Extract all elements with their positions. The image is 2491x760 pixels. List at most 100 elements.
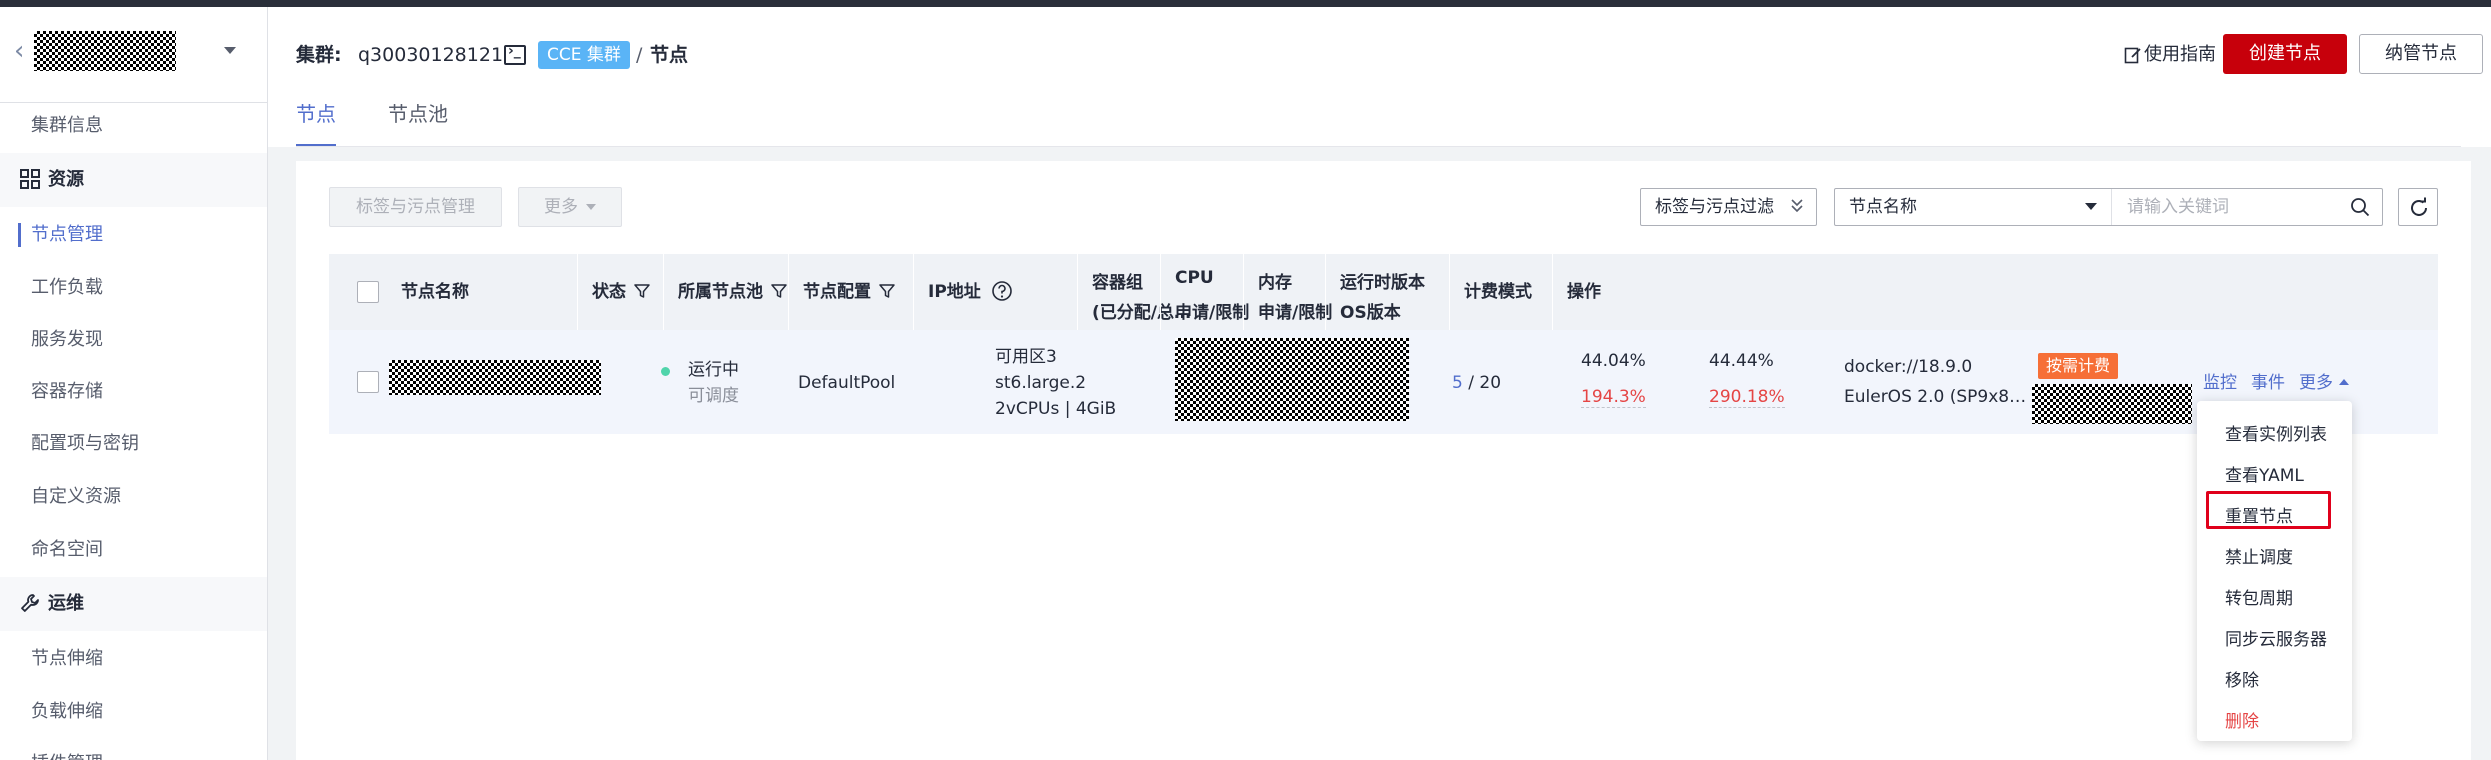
header-sublabel: 申请/限制 (1175, 303, 1250, 323)
sidebar-group-label: 资源 (48, 169, 84, 190)
col-header-status: 状态 (578, 254, 663, 330)
header-label: 内存 (1258, 273, 1292, 293)
terminal-icon[interactable] (504, 43, 526, 65)
sidebar-item-custom-resources[interactable]: 自定义资源 (0, 471, 267, 523)
header-label: CPU (1175, 268, 1214, 288)
sidebar-group-label: 运维 (48, 593, 84, 614)
menu-item-sync-server[interactable]: 同步云服务器 (2197, 620, 2352, 660)
menu-item-view-instances[interactable]: 查看实例列表 (2197, 415, 2352, 455)
chevron-down-icon (586, 204, 596, 210)
more-actions-button[interactable]: 更多 (518, 187, 622, 227)
events-link[interactable]: 事件 (2251, 370, 2285, 396)
memory-request: 44.44% (1709, 351, 1774, 371)
more-ops-label: 更多 (2299, 373, 2333, 393)
col-header-pool: 所属节点池 (664, 254, 788, 330)
config-zone: 可用区3 (995, 347, 1057, 367)
col-header-config: 节点配置 (789, 254, 913, 330)
row-checkbox[interactable] (357, 371, 379, 393)
node-status: 运行中 (688, 360, 739, 380)
header-label: IP地址 (928, 282, 981, 302)
sidebar-item-storage[interactable]: 容器存储 (0, 366, 267, 418)
header-label: 运行时版本 (1340, 273, 1425, 293)
back-chevron-icon[interactable]: ‹ (14, 38, 28, 64)
filter-icon[interactable] (879, 283, 895, 299)
memory-limit-value: 290.18% (1709, 387, 1785, 408)
node-pool-value: DefaultPool (798, 373, 896, 393)
highlight-box (2206, 491, 2331, 529)
config-spec: 2vCPUs | 4GiB (995, 399, 1117, 419)
sidebar-item-namespaces[interactable]: 命名空间 (0, 524, 267, 576)
menu-item-to-yearly[interactable]: 转包周期 (2197, 579, 2352, 619)
filter-icon[interactable] (771, 283, 787, 299)
ip-address-redacted (1175, 338, 1409, 421)
breadcrumb-separator: / (636, 44, 643, 66)
billing-badge: 按需计费 (2038, 353, 2119, 379)
cluster-name-redacted (34, 31, 176, 71)
col-header-pods: 容器组 (已分配/总… (1078, 254, 1191, 330)
header-label: 节点名称 (401, 282, 469, 302)
cluster-label: 集群: (296, 44, 342, 66)
col-header-memory: 内存 申请/限制 (1244, 254, 1332, 330)
sidebar-item-node-management[interactable]: 节点管理 (0, 209, 267, 261)
menu-item-disable-scheduling[interactable]: 禁止调度 (2197, 538, 2352, 578)
sidebar-item-config-secrets[interactable]: 配置项与密钥 (0, 418, 267, 470)
menu-item-view-yaml[interactable]: 查看YAML (2197, 456, 2352, 496)
edit-guide-icon[interactable] (2124, 46, 2142, 64)
search-icon[interactable] (2350, 197, 2370, 217)
help-icon[interactable] (991, 280, 1013, 302)
top-bar (0, 0, 2491, 7)
monitor-link[interactable]: 监控 (2203, 370, 2237, 396)
col-header-runtime: 运行时版本 OS版本 (1326, 254, 1449, 330)
double-chevron-down-icon (1791, 199, 1803, 213)
sidebar-item-addons[interactable]: 插件管理 (0, 738, 267, 760)
sidebar-item-workload-scaling[interactable]: 负载伸缩 (0, 686, 267, 738)
select-all-checkbox[interactable] (357, 281, 379, 303)
search-group: 节点名称 (1834, 188, 2383, 226)
header-label: 操作 (1567, 282, 1601, 302)
pods-count: 5 / 20 (1452, 370, 1501, 396)
cpu-request: 44.04% (1581, 351, 1646, 371)
col-header-ops: 操作 (1553, 254, 1673, 330)
more-ops-link[interactable]: 更多 (2299, 370, 2349, 396)
user-guide-link[interactable]: 使用指南 (2144, 44, 2216, 66)
taint-management-label: 标签与污点管理 (356, 197, 475, 217)
sidebar-item-node-scaling[interactable]: 节点伸缩 (0, 633, 267, 685)
sidebar-item-workloads[interactable]: 工作负载 (0, 262, 267, 314)
taint-filter-select[interactable]: 标签与污点过滤 (1640, 188, 1817, 226)
menu-item-delete[interactable]: 删除 (2197, 702, 2352, 742)
memory-limit: 290.18% (1709, 384, 1785, 410)
sidebar-item-cluster-info[interactable]: 集群信息 (0, 100, 267, 152)
sidebar-group-ops[interactable]: 运维 (0, 577, 267, 631)
chevron-down-icon[interactable] (224, 47, 236, 54)
pods-used[interactable]: 5 (1452, 373, 1463, 393)
chevron-up-icon (2339, 379, 2349, 385)
tab-nodes[interactable]: 节点 (296, 101, 336, 147)
tab-node-pools[interactable]: 节点池 (388, 101, 448, 147)
cpu-limit: 194.3% (1581, 384, 1646, 410)
col-header-ip: IP地址 (914, 254, 1077, 330)
cluster-selector[interactable]: ‹ (0, 7, 267, 103)
create-node-button[interactable]: 创建节点 (2223, 34, 2347, 74)
taint-management-button[interactable]: 标签与污点管理 (329, 187, 502, 227)
col-header-billing: 计费模式 (1450, 254, 1552, 374)
sidebar-group-resources[interactable]: 资源 (0, 153, 267, 207)
billing-detail-redacted (2032, 384, 2192, 424)
refresh-icon (2411, 197, 2427, 216)
os-version: EulerOS 2.0 (SP9x8… (1844, 387, 2027, 407)
node-name-redacted[interactable] (389, 360, 601, 395)
more-label: 更多 (544, 197, 578, 217)
page-title: 节点 (650, 44, 689, 66)
cluster-type-badge: CCE 集群 (538, 41, 630, 69)
manage-node-button[interactable]: 纳管节点 (2359, 34, 2483, 74)
node-list-panel (296, 161, 2471, 760)
filter-icon[interactable] (634, 283, 650, 299)
menu-item-remove[interactable]: 移除 (2197, 661, 2352, 701)
col-header-cpu: CPU 申请/限制 (1161, 254, 1249, 330)
header-label: 容器组 (1092, 273, 1143, 293)
search-input[interactable] (2113, 189, 2343, 225)
search-field-select[interactable]: 节点名称 (1835, 189, 2112, 225)
sidebar: ‹ 集群信息 资源 节点管理 工作负载 服务发现 容器存储 配置项与密钥 自定义… (0, 7, 268, 760)
refresh-button[interactable] (2398, 188, 2438, 226)
sidebar-item-service-discovery[interactable]: 服务发现 (0, 314, 267, 366)
search-field-label: 节点名称 (1849, 197, 1917, 217)
